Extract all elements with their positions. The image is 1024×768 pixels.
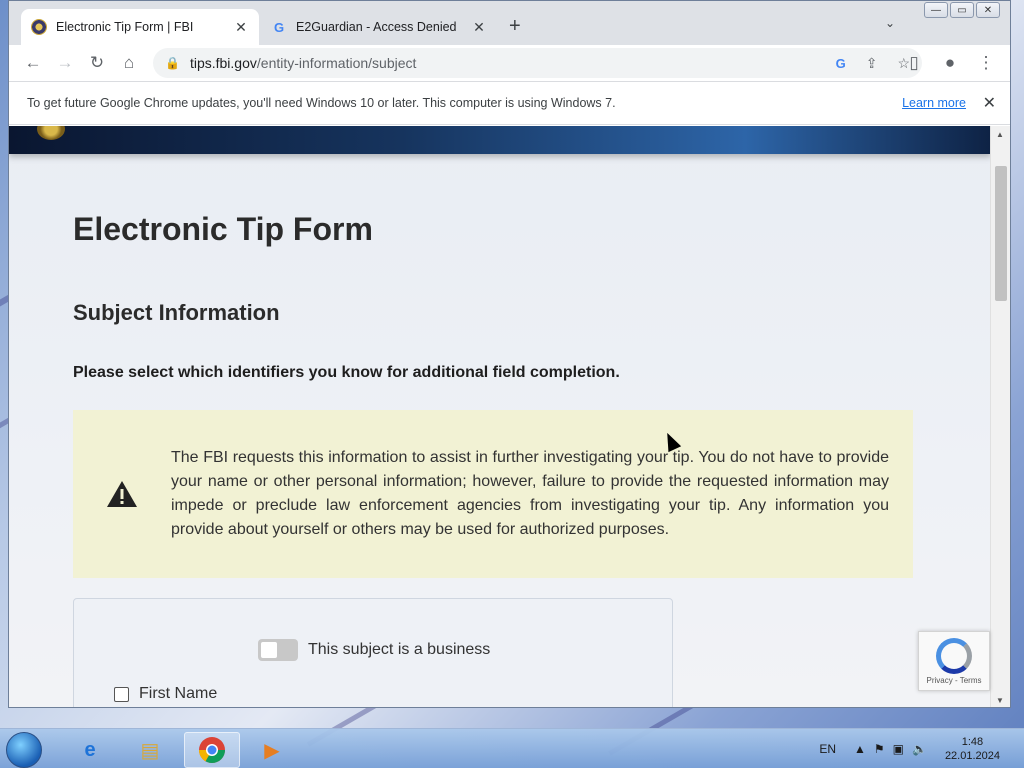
clock-date: 22.01.2024	[944, 750, 1000, 762]
file-explorer-icon[interactable]: ▤	[122, 732, 178, 768]
tab-electronic-tip-form[interactable]: Electronic Tip Form | FBI ✕	[21, 9, 259, 45]
window-controls: — ▭ ✕	[924, 2, 1000, 18]
address-bar[interactable]: 🔒 tips.fbi.gov /entity-information/subje…	[153, 48, 922, 78]
clock-time: 1:48	[961, 736, 984, 748]
new-tab-icon[interactable]: +	[509, 15, 521, 38]
home-icon[interactable]: ⌂	[113, 47, 145, 79]
browser-toolbar: ← → ↻ ⌂ 🔒 tips.fbi.gov /entity-informati…	[9, 45, 1010, 81]
reload-icon[interactable]: ↻	[81, 47, 113, 79]
minimize-icon[interactable]: —	[924, 2, 948, 18]
business-toggle-row: This subject is a business	[258, 639, 490, 661]
section-title: Subject Information	[73, 300, 280, 325]
maximize-icon[interactable]: ▭	[950, 2, 974, 18]
volume-muted-icon[interactable]: 🔈	[912, 742, 927, 756]
url-path: /entity-information/subject	[256, 55, 417, 71]
tab-e2guardian[interactable]: G E2Guardian - Access Denied ✕	[261, 9, 497, 45]
page-scrollbar[interactable]: ▲ ▼	[990, 126, 1010, 707]
menu-kebab-icon[interactable]: ⋮	[970, 47, 1002, 79]
business-toggle[interactable]	[258, 639, 298, 661]
action-center-icon[interactable]: ⚑	[874, 742, 885, 756]
tab-strip: Electronic Tip Form | FBI ✕ G E2Guardian…	[9, 1, 1010, 45]
scroll-down-icon[interactable]: ▼	[996, 696, 1004, 705]
lock-icon[interactable]: 🔒	[165, 56, 180, 70]
privacy-warning: The FBI requests this information to ass…	[73, 410, 913, 578]
scroll-up-icon[interactable]: ▲	[996, 130, 1004, 139]
windows-taskbar: e ▤ ▶ EN ▲ ⚑ ▣ 🔈 1:48 22.01.2024	[0, 728, 1024, 768]
warning-text: The FBI requests this information to ass…	[171, 449, 889, 538]
recaptcha-badge[interactable]: Privacy - Terms	[918, 631, 990, 691]
page-title: Electronic Tip Form	[73, 211, 373, 247]
network-icon[interactable]: ▣	[893, 742, 904, 756]
tip-form-content: Electronic Tip Form Subject Information …	[73, 211, 913, 707]
tab-title: Electronic Tip Form | FBI	[56, 20, 194, 34]
google-icon: G	[273, 19, 285, 35]
media-player-icon[interactable]: ▶	[244, 732, 300, 768]
show-hidden-icons-icon[interactable]: ▲	[854, 742, 866, 756]
infobar-message: To get future Google Chrome updates, you…	[27, 96, 616, 110]
fbi-seal-icon	[31, 19, 47, 35]
first-name-label: First Name	[139, 685, 218, 702]
site-header-banner	[9, 126, 991, 154]
chevron-down-icon[interactable]: ⌄	[885, 16, 895, 30]
internet-explorer-icon[interactable]: e	[62, 732, 118, 768]
forward-icon[interactable]: →	[49, 47, 81, 79]
profile-avatar-icon[interactable]: ●	[934, 47, 966, 79]
chrome-window: Electronic Tip Form | FBI ✕ G E2Guardian…	[8, 0, 1011, 708]
recaptcha-logo-icon	[936, 638, 972, 674]
scrollbar-thumb[interactable]	[995, 166, 1007, 301]
first-name-checkbox[interactable]	[114, 686, 129, 702]
fbi-badge-logo	[37, 126, 65, 140]
learn-more-link[interactable]: Learn more	[902, 96, 966, 110]
clock[interactable]: 1:48 22.01.2024	[945, 735, 1000, 763]
url-host: tips.fbi.gov	[189, 55, 257, 71]
system-tray: EN ▲ ⚑ ▣ 🔈 1:48 22.01.2024	[819, 729, 1024, 768]
first-name-row: First Name	[114, 685, 217, 703]
close-window-icon[interactable]: ✕	[976, 2, 1000, 18]
close-tab-icon[interactable]: ✕	[233, 19, 249, 36]
chrome-taskbar-icon[interactable]	[184, 732, 240, 768]
back-icon[interactable]: ←	[17, 47, 49, 79]
start-button[interactable]	[6, 732, 42, 768]
recaptcha-links[interactable]: Privacy - Terms	[927, 676, 982, 685]
business-toggle-label: This subject is a business	[308, 641, 491, 658]
side-panel-icon[interactable]: ▯	[898, 47, 930, 79]
language-indicator[interactable]: EN	[819, 742, 836, 756]
identifier-prompt: Please select which identifiers you know…	[73, 364, 620, 381]
update-infobar: To get future Google Chrome updates, you…	[9, 81, 1010, 125]
page-viewport: Electronic Tip Form Subject Information …	[9, 126, 991, 707]
warning-triangle-icon	[97, 480, 147, 508]
tab-title: E2Guardian - Access Denied	[296, 20, 457, 34]
close-tab-icon[interactable]: ✕	[471, 19, 487, 36]
close-infobar-icon[interactable]: ✕	[983, 93, 996, 113]
google-lens-icon[interactable]: G	[836, 56, 846, 71]
share-icon[interactable]: ⇪	[866, 55, 878, 72]
identifier-card: This subject is a business First Name	[73, 598, 673, 707]
